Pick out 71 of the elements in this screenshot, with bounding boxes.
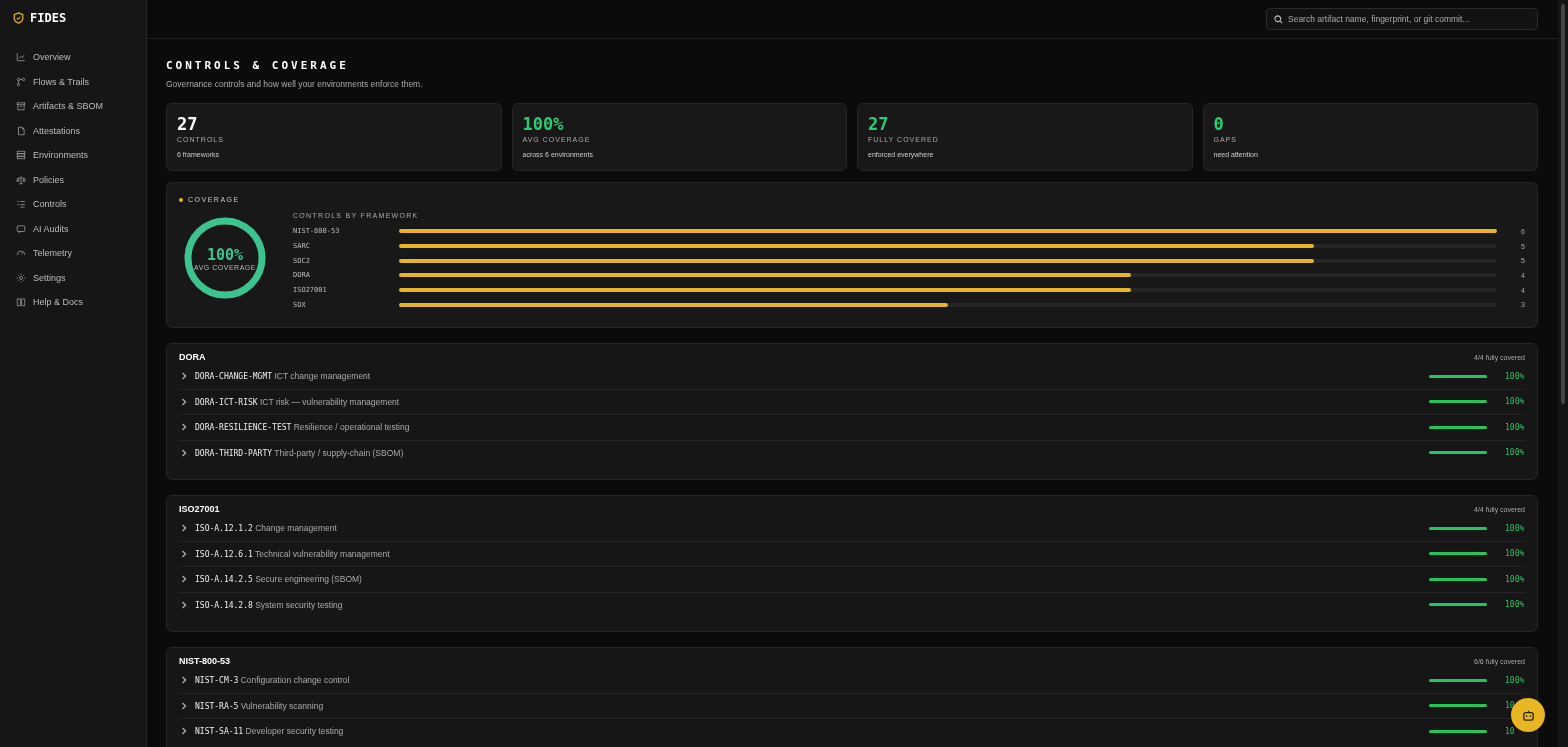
sidebar-item[interactable]: Flows & Trails — [0, 69, 146, 94]
chevron-icon[interactable] — [180, 600, 188, 609]
control-label: ISO-A.14.2.8 System security testing — [195, 599, 344, 610]
coverage-percent: 10 — [1504, 726, 1516, 736]
sidebar-item[interactable]: Attestations — [0, 118, 146, 143]
shield-icon — [13, 12, 24, 24]
chevron-icon[interactable] — [180, 448, 188, 457]
stat-value: 27 — [177, 114, 198, 134]
stat-value: 27 — [868, 114, 889, 134]
book-icon — [16, 297, 26, 308]
scrollbar[interactable] — [1558, 0, 1568, 747]
chevron-icon[interactable] — [180, 676, 188, 685]
coverage-percent: 100% — [1504, 523, 1525, 533]
control-label: ISO-A.12.6.1 Technical vulnerability management — [195, 548, 391, 559]
control-label: NIST-CM-3 Configuration change control — [195, 675, 351, 686]
chevron-icon[interactable] — [180, 701, 188, 710]
chevron-icon[interactable] — [180, 423, 188, 432]
control-label: NIST-RA-5 Vulnerability scanning — [195, 700, 325, 711]
line-chart-icon — [16, 52, 26, 63]
coverage-percent: 100% — [1504, 574, 1525, 584]
page-title: CONTROLS & COVERAGE — [166, 59, 350, 72]
chevron-icon[interactable] — [180, 397, 188, 406]
control-label: DORA-RESILIENCE-TEST Resilience / operational testing — [195, 422, 411, 433]
sidebar-item[interactable]: Artifacts & SBOM — [0, 94, 146, 119]
chevron-icon[interactable] — [180, 575, 188, 584]
stat-value: 100% — [522, 114, 564, 134]
framework-heading: DORA — [179, 352, 206, 362]
chevron-icon[interactable] — [180, 524, 188, 533]
brand-name: FIDES — [30, 11, 67, 25]
archive-icon — [16, 101, 26, 112]
stat-value: 0 — [1213, 114, 1224, 134]
robot-icon — [1521, 708, 1535, 722]
coverage-percent: 100% — [1504, 448, 1525, 458]
coverage-percent: 100% — [1504, 675, 1525, 685]
sidebar-item[interactable]: Policies — [0, 167, 146, 192]
sidebar-item[interactable]: Help & Docs — [0, 290, 146, 315]
control-label: DORA-THIRD-PARTY Third-party / supply-chain (SBOM) — [195, 447, 405, 458]
sidebar-item[interactable]: AI Audits — [0, 216, 146, 241]
server-icon — [16, 150, 26, 161]
control-label: DORA-ICT-RISK ICT risk — vulnerability management — [195, 396, 401, 407]
document-icon — [16, 125, 26, 136]
scale-icon — [16, 174, 26, 185]
coverage-percent: 100% — [1504, 549, 1525, 559]
coverage-percent: 100% — [1504, 600, 1525, 610]
control-label: ISO-A.12.1.2 Change management — [195, 523, 338, 534]
coverage-percent: 100% — [1504, 371, 1525, 381]
sidebar-item[interactable]: Telemetry — [0, 241, 146, 266]
chevron-icon[interactable] — [180, 549, 188, 558]
message-icon — [16, 223, 26, 234]
sidebar-item[interactable]: Controls — [0, 192, 146, 217]
sidebar-item[interactable]: Overview — [0, 45, 146, 70]
coverage-percent: 10 — [1504, 701, 1516, 711]
page-subtitle: Governance controls and how well your environments enforce them. — [166, 79, 424, 89]
ring-value: 100% — [206, 245, 244, 264]
branch-icon — [16, 76, 26, 87]
sidebar-item[interactable]: Environments — [0, 143, 146, 168]
coverage-percent: 100% — [1504, 397, 1525, 407]
search-field[interactable]: Search artifact name, fingerprint, or git commit... — [1266, 8, 1538, 30]
settings-icon — [16, 272, 26, 283]
search-icon — [1274, 14, 1283, 24]
checklist-icon — [16, 199, 26, 210]
sidebar-item[interactable]: Settings — [0, 265, 146, 290]
framework-heading: ISO27001 — [179, 504, 220, 514]
control-label: NIST-SA-11 Developer security testing — [195, 726, 345, 737]
status-dot — [179, 197, 183, 202]
chevron-icon[interactable] — [180, 372, 188, 381]
control-label: ISO-A.14.2.5 Secure engineering (SBOM) — [195, 574, 363, 585]
chevron-icon[interactable] — [180, 727, 188, 736]
control-label: DORA-CHANGE-MGMT ICT change management — [195, 371, 372, 382]
coverage-percent: 100% — [1504, 422, 1525, 432]
framework-heading: NIST-800-53 — [179, 656, 231, 666]
